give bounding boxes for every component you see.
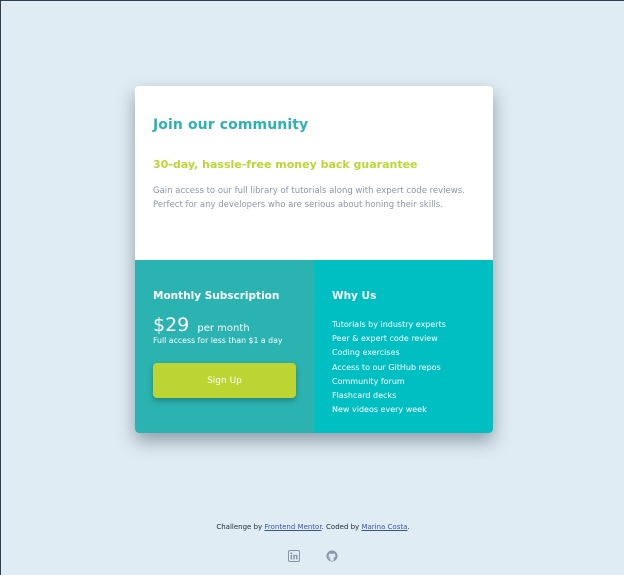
price-note: Full access for less than $1 a day (153, 336, 283, 345)
pricing-card: Join our community 30-day, hassle-free m… (135, 86, 493, 433)
subscription-panel: Monthly Subscription $29 per month Full … (135, 260, 314, 433)
subscription-title: Monthly Subscription (153, 290, 280, 302)
attribution-prefix: Challenge by (216, 523, 265, 531)
attribution-middle: . Coded by (321, 523, 362, 531)
guarantee-heading: 30-day, hassle-free money back guarantee (153, 158, 418, 171)
why-us-title: Why Us (332, 290, 377, 302)
list-item: Access to our GitHub repos (332, 362, 441, 372)
list-item: New videos every week (332, 405, 427, 415)
list-item: Flashcard decks (332, 391, 397, 401)
price-row: $29 per month (153, 314, 250, 336)
social-links (1, 547, 624, 562)
list-item: Community forum (332, 376, 405, 386)
price-period: per month (197, 323, 250, 334)
list-item: Tutorials by industry experts (332, 320, 446, 329)
card-title: Join our community (153, 117, 309, 133)
frontend-mentor-link[interactable]: Frontend Mentor (264, 523, 321, 531)
list-item: Peer & expert code review (332, 334, 438, 344)
card-top-section: Join our community 30-day, hassle-free m… (135, 86, 493, 260)
why-us-list: Tutorials by industry experts Peer & exp… (332, 318, 446, 417)
attribution: Challenge by Frontend Mentor. Coded by M… (1, 523, 624, 531)
price-amount: $29 (153, 314, 190, 336)
github-icon[interactable] (326, 547, 338, 562)
sign-up-button[interactable]: Sign Up (153, 363, 296, 398)
list-item: Coding exercises (332, 348, 400, 358)
linkedin-icon[interactable] (288, 547, 300, 562)
why-us-panel: Why Us Tutorials by industry experts Pee… (314, 260, 493, 433)
card-description: Gain access to our full library of tutor… (153, 186, 465, 210)
attribution-suffix: . (407, 523, 410, 531)
author-link[interactable]: Marina Costa (361, 523, 407, 531)
